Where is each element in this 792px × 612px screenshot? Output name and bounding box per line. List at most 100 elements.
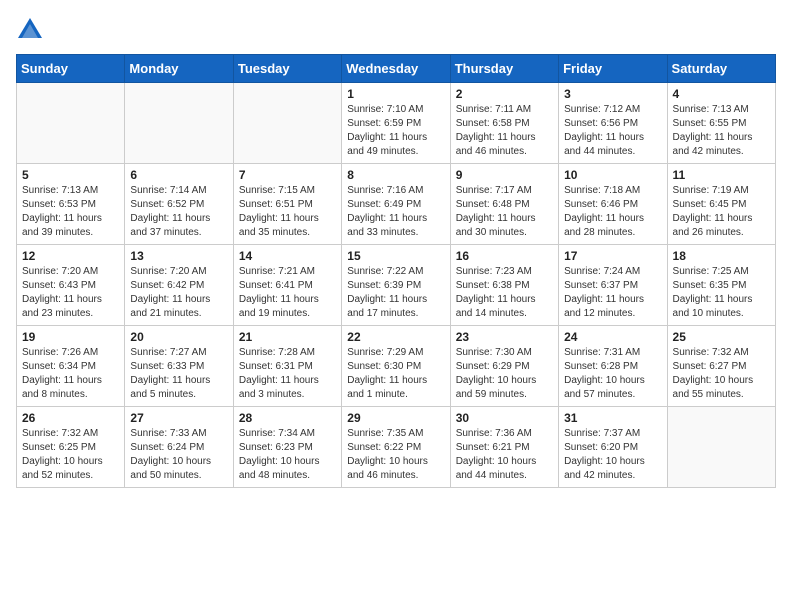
calendar-cell: 17 Sunrise: 7:24 AMSunset: 6:37 PMDaylig… [559, 245, 667, 326]
calendar-cell: 7 Sunrise: 7:15 AMSunset: 6:51 PMDayligh… [233, 164, 341, 245]
day-info: Sunrise: 7:30 AMSunset: 6:29 PMDaylight:… [456, 346, 553, 402]
day-info: Sunrise: 7:19 AMSunset: 6:45 PMDaylight:… [673, 184, 770, 240]
calendar-cell: 8 Sunrise: 7:16 AMSunset: 6:49 PMDayligh… [342, 164, 450, 245]
calendar-cell [233, 83, 341, 164]
day-info: Sunrise: 7:26 AMSunset: 6:34 PMDaylight:… [22, 346, 119, 402]
day-info: Sunrise: 7:36 AMSunset: 6:21 PMDaylight:… [456, 427, 553, 483]
day-info: Sunrise: 7:12 AMSunset: 6:56 PMDaylight:… [564, 103, 661, 159]
day-info: Sunrise: 7:28 AMSunset: 6:31 PMDaylight:… [239, 346, 336, 402]
calendar-cell: 29 Sunrise: 7:35 AMSunset: 6:22 PMDaylig… [342, 407, 450, 488]
day-number: 1 [347, 87, 444, 101]
header [16, 16, 776, 44]
day-number: 12 [22, 249, 119, 263]
calendar-cell: 13 Sunrise: 7:20 AMSunset: 6:42 PMDaylig… [125, 245, 233, 326]
calendar-cell: 19 Sunrise: 7:26 AMSunset: 6:34 PMDaylig… [17, 326, 125, 407]
day-number: 24 [564, 330, 661, 344]
day-info: Sunrise: 7:20 AMSunset: 6:43 PMDaylight:… [22, 265, 119, 321]
week-row-5: 26 Sunrise: 7:32 AMSunset: 6:25 PMDaylig… [17, 407, 776, 488]
calendar-cell: 27 Sunrise: 7:33 AMSunset: 6:24 PMDaylig… [125, 407, 233, 488]
calendar-cell: 30 Sunrise: 7:36 AMSunset: 6:21 PMDaylig… [450, 407, 558, 488]
calendar-cell: 4 Sunrise: 7:13 AMSunset: 6:55 PMDayligh… [667, 83, 775, 164]
day-info: Sunrise: 7:25 AMSunset: 6:35 PMDaylight:… [673, 265, 770, 321]
week-row-4: 19 Sunrise: 7:26 AMSunset: 6:34 PMDaylig… [17, 326, 776, 407]
weekday-header-tuesday: Tuesday [233, 55, 341, 83]
day-info: Sunrise: 7:27 AMSunset: 6:33 PMDaylight:… [130, 346, 227, 402]
day-number: 22 [347, 330, 444, 344]
day-number: 30 [456, 411, 553, 425]
day-info: Sunrise: 7:13 AMSunset: 6:53 PMDaylight:… [22, 184, 119, 240]
day-number: 3 [564, 87, 661, 101]
calendar-cell: 28 Sunrise: 7:34 AMSunset: 6:23 PMDaylig… [233, 407, 341, 488]
day-number: 28 [239, 411, 336, 425]
day-number: 20 [130, 330, 227, 344]
calendar-cell: 2 Sunrise: 7:11 AMSunset: 6:58 PMDayligh… [450, 83, 558, 164]
calendar: SundayMondayTuesdayWednesdayThursdayFrid… [16, 54, 776, 488]
calendar-cell: 9 Sunrise: 7:17 AMSunset: 6:48 PMDayligh… [450, 164, 558, 245]
day-info: Sunrise: 7:10 AMSunset: 6:59 PMDaylight:… [347, 103, 444, 159]
day-number: 6 [130, 168, 227, 182]
day-number: 11 [673, 168, 770, 182]
weekday-header-friday: Friday [559, 55, 667, 83]
calendar-cell: 23 Sunrise: 7:30 AMSunset: 6:29 PMDaylig… [450, 326, 558, 407]
calendar-cell: 12 Sunrise: 7:20 AMSunset: 6:43 PMDaylig… [17, 245, 125, 326]
calendar-cell: 5 Sunrise: 7:13 AMSunset: 6:53 PMDayligh… [17, 164, 125, 245]
day-info: Sunrise: 7:13 AMSunset: 6:55 PMDaylight:… [673, 103, 770, 159]
weekday-header-saturday: Saturday [667, 55, 775, 83]
day-number: 27 [130, 411, 227, 425]
day-info: Sunrise: 7:33 AMSunset: 6:24 PMDaylight:… [130, 427, 227, 483]
calendar-cell: 26 Sunrise: 7:32 AMSunset: 6:25 PMDaylig… [17, 407, 125, 488]
day-info: Sunrise: 7:11 AMSunset: 6:58 PMDaylight:… [456, 103, 553, 159]
logo [16, 16, 48, 44]
calendar-cell: 10 Sunrise: 7:18 AMSunset: 6:46 PMDaylig… [559, 164, 667, 245]
day-info: Sunrise: 7:23 AMSunset: 6:38 PMDaylight:… [456, 265, 553, 321]
day-number: 25 [673, 330, 770, 344]
week-row-2: 5 Sunrise: 7:13 AMSunset: 6:53 PMDayligh… [17, 164, 776, 245]
day-info: Sunrise: 7:37 AMSunset: 6:20 PMDaylight:… [564, 427, 661, 483]
day-number: 4 [673, 87, 770, 101]
calendar-cell [17, 83, 125, 164]
day-info: Sunrise: 7:16 AMSunset: 6:49 PMDaylight:… [347, 184, 444, 240]
day-info: Sunrise: 7:29 AMSunset: 6:30 PMDaylight:… [347, 346, 444, 402]
day-info: Sunrise: 7:35 AMSunset: 6:22 PMDaylight:… [347, 427, 444, 483]
calendar-cell: 21 Sunrise: 7:28 AMSunset: 6:31 PMDaylig… [233, 326, 341, 407]
calendar-cell: 18 Sunrise: 7:25 AMSunset: 6:35 PMDaylig… [667, 245, 775, 326]
weekday-header-sunday: Sunday [17, 55, 125, 83]
day-info: Sunrise: 7:32 AMSunset: 6:27 PMDaylight:… [673, 346, 770, 402]
calendar-cell: 31 Sunrise: 7:37 AMSunset: 6:20 PMDaylig… [559, 407, 667, 488]
calendar-cell: 1 Sunrise: 7:10 AMSunset: 6:59 PMDayligh… [342, 83, 450, 164]
calendar-cell [667, 407, 775, 488]
day-info: Sunrise: 7:15 AMSunset: 6:51 PMDaylight:… [239, 184, 336, 240]
calendar-cell: 3 Sunrise: 7:12 AMSunset: 6:56 PMDayligh… [559, 83, 667, 164]
day-number: 13 [130, 249, 227, 263]
calendar-cell: 25 Sunrise: 7:32 AMSunset: 6:27 PMDaylig… [667, 326, 775, 407]
day-info: Sunrise: 7:34 AMSunset: 6:23 PMDaylight:… [239, 427, 336, 483]
day-number: 5 [22, 168, 119, 182]
calendar-cell: 20 Sunrise: 7:27 AMSunset: 6:33 PMDaylig… [125, 326, 233, 407]
calendar-cell: 24 Sunrise: 7:31 AMSunset: 6:28 PMDaylig… [559, 326, 667, 407]
week-row-1: 1 Sunrise: 7:10 AMSunset: 6:59 PMDayligh… [17, 83, 776, 164]
calendar-cell: 22 Sunrise: 7:29 AMSunset: 6:30 PMDaylig… [342, 326, 450, 407]
day-number: 23 [456, 330, 553, 344]
day-number: 7 [239, 168, 336, 182]
calendar-cell: 11 Sunrise: 7:19 AMSunset: 6:45 PMDaylig… [667, 164, 775, 245]
calendar-cell: 15 Sunrise: 7:22 AMSunset: 6:39 PMDaylig… [342, 245, 450, 326]
day-info: Sunrise: 7:18 AMSunset: 6:46 PMDaylight:… [564, 184, 661, 240]
day-number: 29 [347, 411, 444, 425]
day-number: 10 [564, 168, 661, 182]
day-info: Sunrise: 7:22 AMSunset: 6:39 PMDaylight:… [347, 265, 444, 321]
day-number: 2 [456, 87, 553, 101]
day-number: 21 [239, 330, 336, 344]
day-number: 18 [673, 249, 770, 263]
day-number: 14 [239, 249, 336, 263]
logo-icon [16, 16, 44, 44]
day-number: 15 [347, 249, 444, 263]
weekday-header-monday: Monday [125, 55, 233, 83]
day-info: Sunrise: 7:32 AMSunset: 6:25 PMDaylight:… [22, 427, 119, 483]
day-number: 17 [564, 249, 661, 263]
calendar-cell: 14 Sunrise: 7:21 AMSunset: 6:41 PMDaylig… [233, 245, 341, 326]
weekday-header-row: SundayMondayTuesdayWednesdayThursdayFrid… [17, 55, 776, 83]
day-info: Sunrise: 7:20 AMSunset: 6:42 PMDaylight:… [130, 265, 227, 321]
day-info: Sunrise: 7:17 AMSunset: 6:48 PMDaylight:… [456, 184, 553, 240]
day-number: 8 [347, 168, 444, 182]
calendar-cell: 6 Sunrise: 7:14 AMSunset: 6:52 PMDayligh… [125, 164, 233, 245]
